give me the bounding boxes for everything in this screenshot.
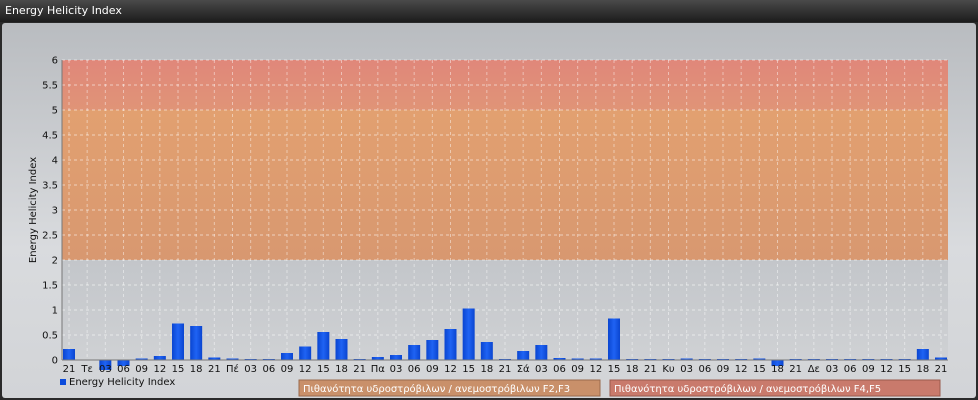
x-tick-label: Πα bbox=[371, 364, 386, 375]
x-tick-label: 03 bbox=[244, 364, 257, 375]
x-tick-label: 15 bbox=[753, 364, 766, 375]
x-tick-label: 06 bbox=[844, 364, 857, 375]
x-tick-label: 09 bbox=[426, 364, 439, 375]
x-tick-label: 21 bbox=[499, 364, 512, 375]
x-tick-label: 12 bbox=[735, 364, 748, 375]
y-tick-label: 3.5 bbox=[42, 181, 58, 192]
y-tick-label: 2.5 bbox=[42, 231, 58, 242]
chart-window: Energy Helicity Index 0 0.5 1 1.5 2 2.5 3 3.5 4 4… bbox=[0, 0, 978, 400]
y-axis-label: Energy Helicity Index bbox=[28, 157, 39, 263]
legend-band-f23-label: Πιθανότητα υδροστρόβιλων / ανεμοστρόβιλω… bbox=[303, 383, 570, 395]
bar[interactable] bbox=[408, 345, 421, 360]
x-tick-label: 21 bbox=[63, 364, 76, 375]
legend-swatch bbox=[60, 379, 66, 385]
x-tick-label: 15 bbox=[898, 364, 911, 375]
bar[interactable] bbox=[390, 355, 402, 360]
x-tick-label: 06 bbox=[408, 364, 421, 375]
bar[interactable] bbox=[535, 345, 548, 360]
bar[interactable] bbox=[608, 318, 620, 361]
x-tick-label: Πέ bbox=[226, 363, 239, 375]
x-tick-label: 03 bbox=[390, 364, 403, 375]
bar[interactable] bbox=[281, 353, 293, 360]
bar[interactable] bbox=[299, 346, 312, 361]
x-tick-label: 18 bbox=[916, 364, 929, 375]
bar[interactable] bbox=[335, 339, 348, 360]
x-tick-label: 15 bbox=[608, 364, 621, 375]
x-tick-label: 06 bbox=[698, 364, 711, 375]
legend-band-f45-label: Πιθανότητα υδροστρόβιλων / ανεμοστρόβιλω… bbox=[614, 383, 881, 395]
bar[interactable] bbox=[444, 329, 457, 360]
x-tick-label: 15 bbox=[317, 364, 330, 375]
y-tick-label: 0.5 bbox=[42, 331, 58, 342]
energy-helicity-chart: 0 0.5 1 1.5 2 2.5 3 3.5 4 4.5 5 5.5 6 21 Τε 03 06 09 12 15 1… bbox=[28, 56, 948, 397]
bar[interactable] bbox=[426, 340, 439, 360]
x-tick-label: 21 bbox=[789, 364, 802, 375]
y-tick-label: 0 bbox=[52, 356, 58, 367]
x-tick-label: 15 bbox=[172, 364, 185, 375]
x-tick-label: 12 bbox=[589, 364, 602, 375]
y-tick-label: 3 bbox=[52, 206, 58, 217]
x-tick-label: Τε bbox=[80, 364, 93, 375]
x-tick-label: Σά bbox=[517, 363, 530, 375]
bar[interactable] bbox=[172, 323, 184, 361]
legend: Energy Helicity Index Πιθανότητα υδροστρ… bbox=[60, 377, 941, 397]
bar[interactable] bbox=[63, 349, 75, 360]
bar[interactable] bbox=[317, 332, 330, 360]
y-tick-label: 5 bbox=[52, 106, 58, 117]
y-tick-label: 2 bbox=[52, 256, 58, 267]
y-tick-label: 1.5 bbox=[42, 281, 58, 292]
x-tick-label: 15 bbox=[462, 364, 475, 375]
x-tick-label: 12 bbox=[880, 364, 893, 375]
y-tick-label: 4.5 bbox=[42, 131, 58, 142]
bar[interactable] bbox=[462, 308, 475, 361]
x-tick-label: 03 bbox=[99, 364, 112, 375]
bar[interactable] bbox=[153, 356, 166, 360]
x-tick-label: 06 bbox=[117, 364, 130, 375]
x-tick-label: 12 bbox=[444, 364, 457, 375]
x-tick-label: 06 bbox=[262, 364, 275, 375]
x-tick-label: 09 bbox=[281, 364, 294, 375]
x-tick-label: 21 bbox=[644, 364, 657, 375]
x-tick-label: 21 bbox=[208, 364, 221, 375]
x-tick-label: 06 bbox=[553, 364, 566, 375]
x-tick-label: 18 bbox=[480, 364, 493, 375]
x-tick-label: 09 bbox=[862, 364, 875, 375]
bar[interactable] bbox=[916, 349, 929, 360]
x-tick-label: Κυ bbox=[662, 364, 675, 375]
x-tick-label: 09 bbox=[571, 364, 584, 375]
y-tick-label: 5.5 bbox=[42, 81, 58, 92]
x-tick-label: 12 bbox=[299, 364, 312, 375]
x-tick-label: 21 bbox=[935, 364, 948, 375]
x-tick-label: 03 bbox=[826, 364, 839, 375]
x-tick-label: Δε bbox=[808, 364, 820, 375]
x-tick-label: 18 bbox=[771, 364, 784, 375]
bar[interactable] bbox=[480, 342, 493, 360]
x-tick-label: 03 bbox=[535, 364, 548, 375]
bar[interactable] bbox=[517, 351, 530, 360]
y-tick-label: 6 bbox=[52, 56, 58, 67]
x-tick-label: 09 bbox=[717, 364, 730, 375]
x-tick-label: 03 bbox=[680, 364, 693, 375]
y-tick-label: 4 bbox=[52, 156, 58, 167]
y-tick-label: 1 bbox=[52, 306, 58, 317]
legend-series-label: Energy Helicity Index bbox=[69, 377, 175, 388]
x-tick-label: 18 bbox=[335, 364, 348, 375]
x-tick-label: 18 bbox=[626, 364, 639, 375]
x-tick-label: 21 bbox=[353, 364, 366, 375]
bar[interactable] bbox=[190, 326, 203, 360]
x-tick-label: 18 bbox=[190, 364, 203, 375]
x-tick-label: 12 bbox=[153, 364, 166, 375]
x-tick-label: 09 bbox=[135, 364, 148, 375]
